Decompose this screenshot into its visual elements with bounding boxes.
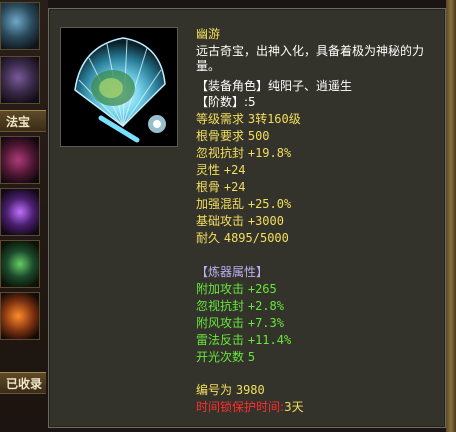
fan-treasure-icon [61,28,177,146]
tier-row: 【阶数】:5 [196,95,256,111]
equip-role-label: 【装备角色】 [196,79,269,93]
stat-row: 根骨 +24 [196,180,246,196]
stat-row: 忽视抗封 +19.8% [196,146,291,162]
inventory-slot-book[interactable] [0,292,40,340]
stat-row: 加强混乱 +25.0% [196,197,291,213]
refine-stat-value: +11.4% [247,333,292,347]
stat-row: 等级需求 3转160级 [196,112,301,128]
stat-value: +3000 [247,214,284,228]
serial-value: 3980 [235,383,265,397]
stat-value: 500 [247,129,270,143]
refine-stat-label: 雷法反击 [196,333,245,347]
stat-value: 4895/5000 [223,231,289,245]
inventory-slot-figure[interactable] [0,56,40,104]
window-frame-edge [446,0,456,432]
stat-value: 3转160级 [247,112,301,126]
inventory-slot-crescent[interactable] [0,188,40,236]
refine-header: 【炼器属性】 [196,265,269,279]
refine-stat-row: 开光次数 5 [196,350,255,366]
tab-magic-treasure[interactable]: 法宝 [0,110,46,132]
stat-value: +25.0% [247,197,292,211]
refine-stat-row: 忽视抗封 +2.8% [196,299,284,315]
stat-label: 等级需求 [196,112,245,126]
item-tooltip: 幽游 远古奇宝，出神入化，具备着极为神秘的力量。 【装备角色】纯阳子、逍遥生 【… [48,8,446,428]
stat-label: 加强混乱 [196,197,245,211]
refine-stat-row: 附风攻击 +7.3% [196,316,284,332]
inventory-slot-orb[interactable] [0,240,40,288]
stat-label: 耐久 [196,231,221,245]
stat-value: +24 [223,163,246,177]
tier-label: 【阶数】 [196,95,245,109]
tier-value: :5 [244,95,256,109]
refine-stat-value: +265 [247,282,277,296]
refine-stat-row: 雷法反击 +11.4% [196,333,291,349]
inventory-slot-fan[interactable] [0,2,40,50]
refine-stat-row: 附加攻击 +265 [196,282,277,298]
stat-row: 灵性 +24 [196,163,246,179]
stat-label: 基础攻击 [196,214,245,228]
stat-row: 耐久 4895/5000 [196,231,289,247]
time-lock-row: 时间锁保护时间:3天 [196,400,304,416]
item-description: 远古奇宝，出神入化，具备着极为神秘的力量。 [196,44,425,73]
serial-row: 编号为 3980 [196,383,265,399]
time-lock-label: 时间锁保护时间: [196,400,285,414]
item-icon-frame [60,27,178,147]
stat-label: 根骨要求 [196,129,245,143]
inventory-strip: 法宝 已收录 [0,0,48,432]
tab-collected[interactable]: 已收录 [0,372,46,394]
equip-role-row: 【装备角色】纯阳子、逍遥生 [196,79,352,95]
time-lock-value: 3天 [284,400,304,414]
equip-role-value: 纯阳子、逍遥生 [268,79,353,93]
stat-label: 根骨 [196,180,221,194]
refine-stat-value: 5 [247,350,256,364]
item-name: 幽游 [196,27,221,41]
serial-label: 编号为 [196,383,233,397]
stat-row: 根骨要求 500 [196,129,270,145]
inventory-slot-claw[interactable] [0,136,40,184]
refine-stat-label: 附风攻击 [196,316,245,330]
stat-row: 基础攻击 +3000 [196,214,284,230]
stat-label: 灵性 [196,163,221,177]
refine-stat-label: 忽视抗封 [196,299,245,313]
refine-stat-label: 开光次数 [196,350,245,364]
stat-value: +19.8% [247,146,292,160]
stat-value: +24 [223,180,246,194]
refine-stat-value: +2.8% [247,299,284,313]
refine-stat-value: +7.3% [247,316,284,330]
refine-stat-label: 附加攻击 [196,282,245,296]
stat-label: 忽视抗封 [196,146,245,160]
